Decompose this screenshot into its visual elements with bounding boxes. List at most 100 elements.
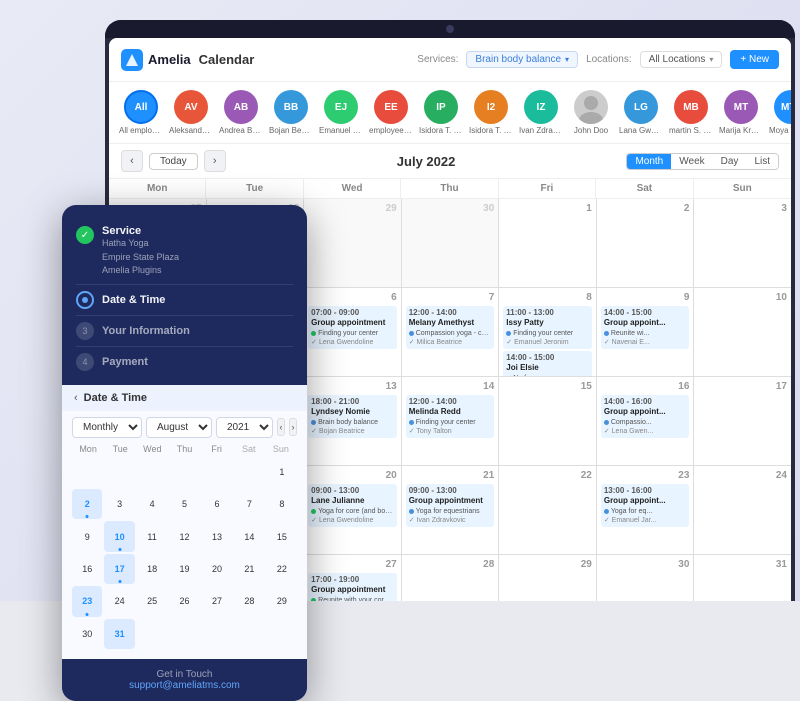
mini-calendar-day[interactable]: 14: [234, 521, 264, 551]
view-day-button[interactable]: Day: [713, 154, 747, 169]
avatar-item[interactable]: EJEmanuel Jer...: [319, 90, 363, 135]
mini-calendar-day[interactable]: 2: [72, 489, 102, 519]
mini-calendar-day[interactable]: 29: [267, 586, 297, 616]
mini-calendar-day[interactable]: 20: [202, 554, 232, 584]
chevron-left-icon[interactable]: ‹: [74, 392, 78, 404]
mini-calendar-day[interactable]: [202, 457, 232, 487]
avatar-item[interactable]: AVAleksandar...: [169, 90, 213, 135]
calendar-cell[interactable]: 29: [304, 199, 401, 287]
event-item[interactable]: 14:00 - 15:00 Group appoint... Reunite w…: [601, 306, 690, 349]
services-select-wrapper[interactable]: Brain body balance ▾: [466, 51, 578, 68]
calendar-cell[interactable]: 1412:00 - 14:00 Melinda Redd Finding you…: [402, 377, 499, 465]
step-information[interactable]: 3 Your Information: [76, 316, 293, 347]
event-item[interactable]: 13:00 - 16:00 Group appoint... Yoga for …: [601, 484, 690, 527]
today-button[interactable]: Today: [149, 153, 198, 170]
mini-calendar-day[interactable]: 9: [72, 521, 102, 551]
mini-calendar-day[interactable]: 28: [234, 586, 264, 616]
add-new-button[interactable]: + New: [730, 50, 779, 69]
mini-calendar-day[interactable]: 7: [234, 489, 264, 519]
mini-prev-button[interactable]: ‹: [277, 418, 285, 436]
step-datetime[interactable]: Date & Time: [76, 285, 293, 316]
avatar-item[interactable]: BBBojan Beatrics: [269, 90, 313, 135]
mini-next-button[interactable]: ›: [289, 418, 297, 436]
mini-calendar-day[interactable]: 3: [104, 489, 134, 519]
calendar-cell[interactable]: 1318:00 - 21:00 Lyndsey Nomie Brain body…: [304, 377, 401, 465]
event-item[interactable]: 09:00 - 13:00 Lane Julianne Yoga for cor…: [308, 484, 397, 527]
view-month-button[interactable]: Month: [627, 154, 671, 169]
view-week-button[interactable]: Week: [671, 154, 712, 169]
mini-calendar-day[interactable]: 27: [202, 586, 232, 616]
mini-calendar-day[interactable]: 10: [104, 521, 134, 551]
mini-calendar-day[interactable]: 23: [72, 586, 102, 616]
event-item[interactable]: 18:00 - 21:00 Lyndsey Nomie Brain body b…: [308, 395, 397, 438]
prev-month-button[interactable]: ‹: [121, 150, 143, 172]
calendar-cell[interactable]: 22: [499, 466, 596, 554]
event-item[interactable]: 09:00 - 13:00 Group appointment Yoga for…: [406, 484, 495, 527]
calendar-cell[interactable]: 31: [694, 555, 791, 601]
mini-calendar-day[interactable]: 16: [72, 554, 102, 584]
calendar-cell[interactable]: 2109:00 - 13:00 Group appointment Yoga f…: [402, 466, 499, 554]
avatar-item[interactable]: EEemployee e...: [369, 90, 413, 135]
mini-calendar-day[interactable]: 12: [169, 521, 199, 551]
avatar-item[interactable]: I2Isidora T. Lexie Emre: [469, 90, 513, 135]
mini-calendar-day[interactable]: 19: [169, 554, 199, 584]
calendar-cell[interactable]: 811:00 - 13:00 Issy Patty Finding your c…: [499, 288, 596, 376]
event-item[interactable]: 14:00 - 15:00 Joi Elsie No fear yoga ✓ E…: [503, 351, 592, 376]
next-month-button[interactable]: ›: [204, 150, 226, 172]
calendar-cell[interactable]: 3: [694, 199, 791, 287]
calendar-cell[interactable]: 28: [402, 555, 499, 601]
mini-calendar-day[interactable]: [137, 619, 167, 649]
mini-calendar-day[interactable]: [234, 457, 264, 487]
calendar-cell[interactable]: 1614:00 - 16:00 Group appoint... Compass…: [597, 377, 694, 465]
step-payment[interactable]: 4 Payment: [76, 347, 293, 377]
calendar-cell[interactable]: 2717:00 - 19:00 Group appointment Reunit…: [304, 555, 401, 601]
avatar-item[interactable]: MBmartin S. Mike Sober: [669, 90, 713, 135]
mini-calendar-day[interactable]: 30: [72, 619, 102, 649]
calendar-cell[interactable]: 10: [694, 288, 791, 376]
mini-calendar-day[interactable]: 8: [267, 489, 297, 519]
mini-calendar-day[interactable]: 13: [202, 521, 232, 551]
mini-calendar-day[interactable]: [137, 457, 167, 487]
event-item[interactable]: 14:00 - 16:00 Group appoint... Compassio…: [601, 395, 690, 438]
mini-calendar-day[interactable]: [169, 457, 199, 487]
step-service[interactable]: ✓ Service Hatha YogaEmpire State PlazaAm…: [76, 219, 293, 285]
view-list-button[interactable]: List: [746, 154, 778, 169]
mini-calendar-day[interactable]: 24: [104, 586, 134, 616]
mini-calendar-day[interactable]: [72, 457, 102, 487]
avatar-item[interactable]: MT2Moya Teboly: [769, 90, 791, 135]
calendar-cell[interactable]: 24: [694, 466, 791, 554]
mini-calendar-day[interactable]: 1: [267, 457, 297, 487]
locations-select-wrapper[interactable]: All Locations ▾: [640, 51, 723, 68]
mini-calendar-day[interactable]: 4: [137, 489, 167, 519]
event-item[interactable]: 12:00 - 14:00 Melany Amethyst Compassion…: [406, 306, 495, 349]
avatar-item[interactable]: AllAll employees: [119, 90, 163, 135]
mini-calendar-day[interactable]: 25: [137, 586, 167, 616]
event-item[interactable]: 12:00 - 14:00 Melinda Redd Finding your …: [406, 395, 495, 438]
calendar-cell[interactable]: 914:00 - 15:00 Group appoint... Reunite …: [597, 288, 694, 376]
calendar-cell[interactable]: 712:00 - 14:00 Melany Amethyst Compassio…: [402, 288, 499, 376]
mini-calendar-day[interactable]: 6: [202, 489, 232, 519]
calendar-cell[interactable]: 1: [499, 199, 596, 287]
calendar-cell[interactable]: 29: [499, 555, 596, 601]
mini-calendar-day[interactable]: 22: [267, 554, 297, 584]
month-select[interactable]: August: [146, 417, 212, 438]
avatar-item[interactable]: ABAndrea Barber: [219, 90, 263, 135]
mini-calendar-day[interactable]: [169, 619, 199, 649]
event-item[interactable]: 07:00 - 09:00 Group appointment Finding …: [308, 306, 397, 349]
calendar-cell[interactable]: 30: [402, 199, 499, 287]
avatar-item[interactable]: John Doo: [569, 90, 613, 135]
mini-calendar-day[interactable]: 11: [137, 521, 167, 551]
mini-calendar-day[interactable]: 5: [169, 489, 199, 519]
mini-calendar-day[interactable]: 26: [169, 586, 199, 616]
mini-calendar-day[interactable]: 17: [104, 554, 134, 584]
calendar-cell[interactable]: 15: [499, 377, 596, 465]
mini-calendar-day[interactable]: [267, 619, 297, 649]
avatar-item[interactable]: LGLana Gwen...: [619, 90, 663, 135]
event-item[interactable]: 11:00 - 13:00 Issy Patty Finding your ce…: [503, 306, 592, 349]
calendar-cell[interactable]: 2009:00 - 13:00 Lane Julianne Yoga for c…: [304, 466, 401, 554]
mini-calendar-day[interactable]: 18: [137, 554, 167, 584]
calendar-cell[interactable]: 2: [597, 199, 694, 287]
avatar-item[interactable]: IPIsidora T. Emily Emre: [419, 90, 463, 135]
mini-calendar-day[interactable]: 31: [104, 619, 134, 649]
view-type-select[interactable]: Monthly Weekly: [72, 417, 142, 438]
